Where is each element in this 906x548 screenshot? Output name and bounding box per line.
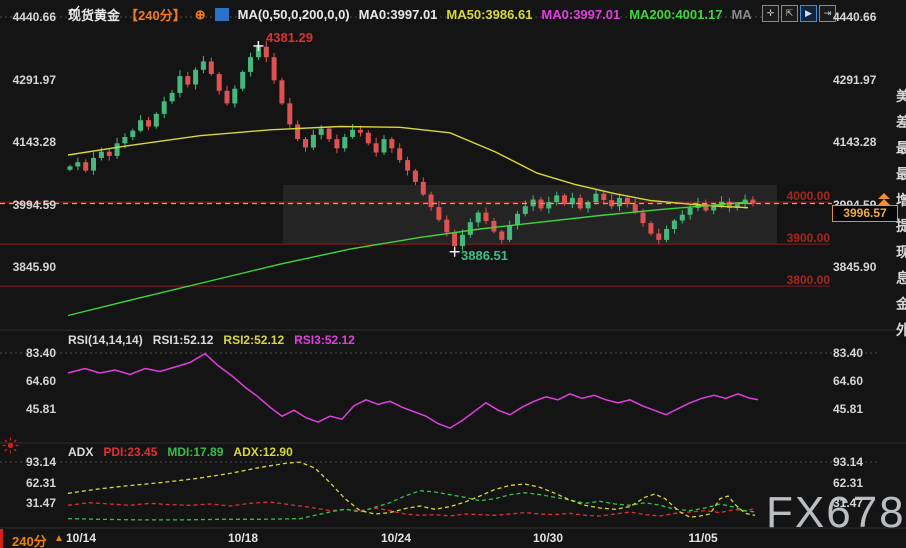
ma-formula: MA(0,50,0,200,0,0) (238, 7, 350, 22)
level-label-3900: 3900.00 (764, 231, 830, 245)
chart-type-icon[interactable] (215, 8, 229, 21)
trading-app: { "header": { "symbol": "现货黄金", "timefra… (0, 0, 906, 548)
main-left-tick: 4143.28 (6, 135, 56, 149)
high-price-annotation: 4381.29 (266, 30, 313, 45)
level-label-4000: 4000.00 (764, 189, 830, 203)
rsi-right-tick: 83.40 (833, 346, 863, 360)
indicator-settings-sun-icon[interactable] (2, 437, 19, 454)
ticker-char: 现 (896, 242, 906, 262)
adx-right-tick: 93.14 (833, 455, 863, 469)
rsi1-value: RSI1:52.12 (153, 333, 214, 347)
chart-toolbar: ✛ ⇱ ▶ ⇥ (762, 5, 836, 22)
timeframe-selector[interactable]: 240分 (12, 531, 47, 548)
rsi-left-tick: 83.40 (6, 346, 56, 360)
ticker-char: 最 (896, 138, 906, 158)
axis-scale-icon[interactable]: ⇱ (781, 5, 798, 22)
date-tick: 10/30 (526, 531, 570, 545)
date-tick: 10/24 (374, 531, 418, 545)
mdi-value: MDI:17.89 (167, 445, 223, 459)
rsi-header: RSI(14,14,14) RSI1:52.12 RSI2:52.12 RSI3… (68, 333, 355, 347)
main-left-tick: 3845.90 (6, 260, 56, 274)
adx-left-tick: 31.47 (6, 496, 56, 510)
adx-header: ADX PDI:23.45 MDI:17.89 ADX:12.90 (68, 445, 293, 459)
main-left-tick: 4291.97 (6, 73, 56, 87)
ma-extra-label: MA (731, 7, 751, 22)
main-left-tick: 3994.59 (6, 198, 56, 212)
pdi-value: PDI:23.45 (103, 445, 157, 459)
ticker-char: 金 (896, 294, 906, 314)
level-label-3800: 3800.00 (764, 273, 830, 287)
main-left-tick: 4440.66 (6, 10, 56, 24)
adx-title: ADX (68, 445, 93, 459)
low-price-annotation: 3886.51 (461, 248, 508, 263)
date-tick: 10/14 (59, 531, 103, 545)
bottom-bar-left-mark (0, 529, 3, 548)
main-right-tick: 4291.97 (833, 73, 876, 87)
rsi-left-tick: 45.81 (6, 402, 56, 416)
ticker-char: 外 (896, 320, 906, 340)
rsi-right-tick: 64.60 (833, 374, 863, 388)
adx-left-tick: 62.31 (6, 476, 56, 490)
ticker-char: 美 (896, 86, 906, 106)
fx678-watermark: FX678 (766, 488, 906, 538)
rsi-right-tick: 45.81 (833, 402, 863, 416)
ticker-char: 差 (896, 112, 906, 132)
date-tick: 10/18 (221, 531, 265, 545)
auto-scroll-icon[interactable]: ▶ (800, 5, 817, 22)
ma0-magenta-value: MA0:3997.01 (541, 7, 620, 22)
ma50-value: MA50:3986.61 (446, 7, 532, 22)
crosshair-tool-icon[interactable]: ✛ (762, 5, 779, 22)
main-right-tick: 4143.28 (833, 135, 876, 149)
ma200-value: MA200:4001.17 (629, 7, 722, 22)
right-news-ticker: 美差最最增提现息金外 (896, 86, 906, 386)
add-indicator-icon[interactable]: ⊕ (195, 7, 206, 23)
timeframe-badge[interactable]: 【240分】 (125, 5, 186, 24)
rsi2-value: RSI2:52.12 (223, 333, 284, 347)
rsi-title: RSI(14,14,14) (68, 333, 143, 347)
ticker-char: 息 (896, 268, 906, 288)
main-right-tick: 4440.66 (833, 10, 876, 24)
ticker-char: 最 (896, 164, 906, 184)
chart-header: 现货黄金 【240分】 ⊕ MA(0,50,0,200,0,0) MA0:399… (68, 5, 752, 24)
rsi3-value: RSI3:52.12 (294, 333, 355, 347)
adx-left-tick: 93.14 (6, 455, 56, 469)
adx-value: ADX:12.90 (233, 445, 292, 459)
date-tick: 11/05 (681, 531, 725, 545)
rsi-left-tick: 64.60 (6, 374, 56, 388)
main-right-tick: 3845.90 (833, 260, 876, 274)
current-price-box: 3996.57 (832, 205, 898, 222)
ma0-value: MA0:3997.01 (359, 7, 438, 22)
